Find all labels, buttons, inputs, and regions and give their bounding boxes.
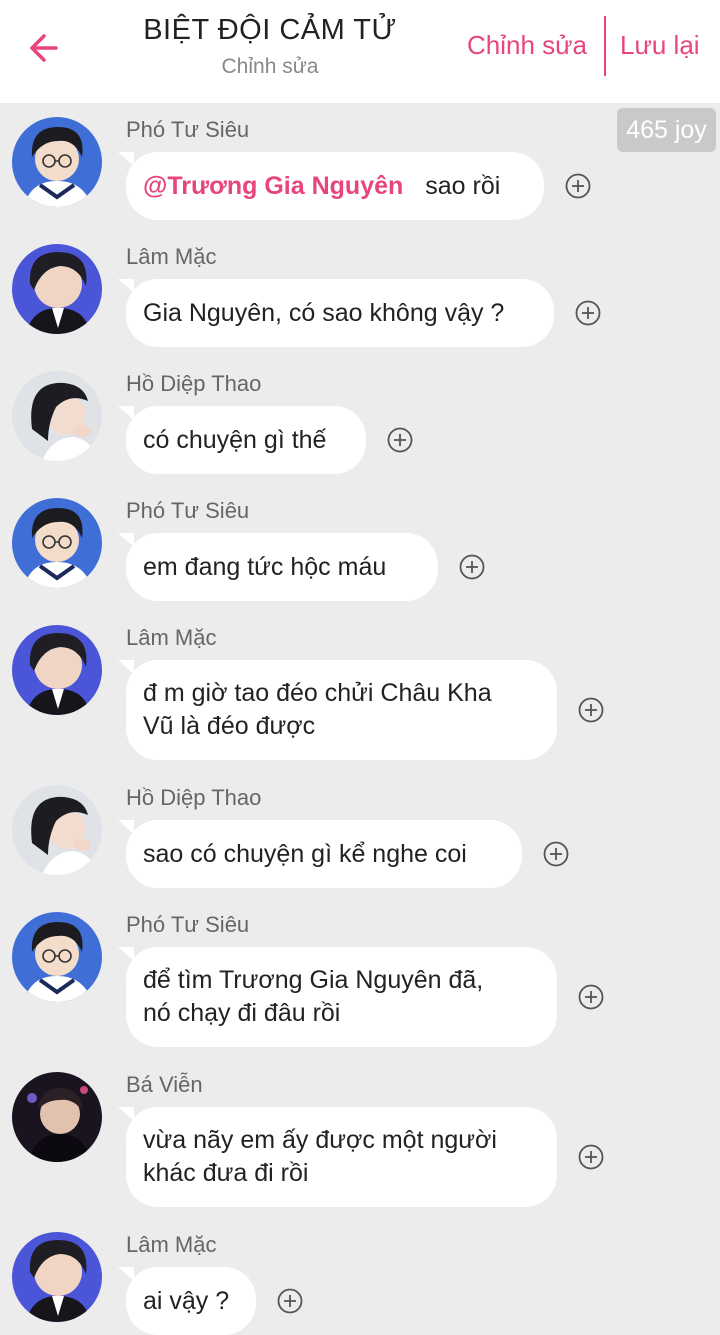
avatar-image-icon [12,912,102,1002]
header-divider [604,16,606,76]
message-item: Lâm Mặc đ m giờ tao đéo chửi Châu Kha Vũ l… [0,625,720,760]
sender-name: Lâm Mặc [126,1232,217,1257]
sender-name: Lâm Mặc [126,625,217,650]
add-reaction-button[interactable] [387,427,413,453]
avatar[interactable] [12,912,102,1002]
avatar-image-icon [12,1232,102,1322]
plus-circle-icon [578,697,604,723]
avatar[interactable] [12,625,102,715]
back-arrow-icon [30,34,58,62]
avatar-image-icon [12,244,102,334]
title-block: BIỆT ĐỘI CẢM TỬ Chỉnh sửa [100,14,440,79]
plus-circle-icon [459,554,485,580]
bubble-tail [118,279,134,293]
add-reaction-button[interactable] [565,173,591,199]
message-bubble[interactable]: có chuyện gì thế [118,406,366,474]
bubble-tail [118,1267,134,1281]
save-button[interactable]: Lưu lại [620,30,700,61]
plus-circle-icon [575,300,601,326]
bubble-tail [118,660,134,674]
message-bubble[interactable]: Gia Nguyên, có sao không vậy ? [118,279,554,347]
plus-circle-icon [277,1288,303,1314]
message-text-line: để tìm Trương Gia Nguyên đã, [143,966,484,994]
sender-name: Phó Tư Siêu [126,117,250,142]
sender-name: Phó Tư Siêu [126,498,250,523]
message-item: Hồ Diệp Thao có chuyện gì thế [0,371,720,474]
message-text: sao rồi [425,171,501,200]
message-bubble[interactable]: sao có chuyện gì kể nghe coi [118,820,522,888]
message-bubble[interactable]: đ m giờ tao đéo chửi Châu Kha Vũ là đéo đ… [118,660,557,760]
avatar-image-icon [12,498,102,588]
message-text-line: khác đưa đi rồi [143,1159,309,1187]
avatar-image-icon [12,785,102,875]
bubble-tail [118,533,134,547]
page-subtitle: Chỉnh sửa [221,55,319,78]
mention-link[interactable]: @Trương Gia Nguyên [143,172,403,200]
plus-circle-icon [565,173,591,199]
chat-header: BIỆT ĐỘI CẢM TỬ Chỉnh sửa Chỉnh sửa Lưu … [0,0,720,103]
message-item: Lâm Mặc ai vậy ? [0,1232,720,1335]
bubble-tail [118,820,134,834]
plus-circle-icon [578,984,604,1010]
add-reaction-button[interactable] [578,984,604,1010]
message-text-line: Vũ là đéo được [143,712,316,740]
sender-name: Hồ Diệp Thao [126,785,262,810]
message-text-line: vừa nãy em ấy được một người [143,1126,497,1154]
avatar-image-icon [12,625,102,715]
add-reaction-button[interactable] [575,300,601,326]
bubble-tail [118,406,134,420]
message-text-line: @Trương Gia Nguyên sao rồi [143,170,522,203]
message-text-line: Gia Nguyên, có sao không vậy ? [143,298,505,327]
plus-circle-icon [578,1144,604,1170]
add-reaction-button[interactable] [578,697,604,723]
avatar[interactable] [12,498,102,588]
avatar[interactable] [12,1232,102,1322]
bubble-tail [118,1107,134,1121]
message-item: Phó Tư Siêu để tìm Trương Gia Nguyên đã, n… [0,912,720,1047]
add-reaction-button[interactable] [277,1288,303,1314]
avatar[interactable] [12,117,102,207]
message-text-line: em đang tức hộc máu [143,552,387,581]
message-bubble[interactable]: @Trương Gia Nguyên sao rồi [118,152,544,220]
add-reaction-button[interactable] [578,1144,604,1170]
avatar[interactable] [12,785,102,875]
avatar[interactable] [12,1072,102,1162]
message-bubble[interactable]: em đang tức hộc máu [118,533,438,601]
bubble-tail [118,947,134,961]
message-text-line: ai vậy ? [143,1286,230,1315]
message-text-line: đ m giờ tao đéo chửi Châu Kha [143,679,492,707]
add-reaction-button[interactable] [543,841,569,867]
avatar-image-icon [12,371,102,461]
message-bubble[interactable]: ai vậy ? [118,1267,256,1335]
plus-circle-icon [387,427,413,453]
plus-circle-icon [543,841,569,867]
sender-name: Phó Tư Siêu [126,912,250,937]
add-reaction-button[interactable] [459,554,485,580]
message-item: Phó Tư Siêu em đang tức hộc máu [0,498,720,601]
page-title: BIỆT ĐỘI CẢM TỬ [143,14,397,46]
avatar-image-icon [12,117,102,207]
avatar[interactable] [12,244,102,334]
message-bubble[interactable]: để tìm Trương Gia Nguyên đã, nó chạy đi đ… [118,947,557,1047]
message-bubble[interactable]: vừa nãy em ấy được một người khác đưa đi … [118,1107,557,1207]
sender-name: Lâm Mặc [126,244,217,269]
avatar[interactable] [12,371,102,461]
message-text-line: có chuyện gì thế [143,425,327,454]
sender-name: Hồ Diệp Thao [126,371,262,396]
bubble-tail [118,152,134,166]
edit-button[interactable]: Chỉnh sửa [467,30,587,61]
message-item: Bá Viễn vừa nãy em ấy được một người khác … [0,1072,720,1207]
message-item: Hồ Diệp Thao sao có chuyện gì kể nghe coi [0,785,720,888]
message-text-line: sao có chuyện gì kể nghe coi [143,839,467,868]
sender-name: Bá Viễn [126,1072,203,1097]
message-item: Phó Tư Siêu @Trương Gia Nguyên sao rồi [0,117,720,220]
message-item: Lâm Mặc Gia Nguyên, có sao không vậy ? [0,244,720,347]
avatar-image-icon [12,1072,102,1162]
back-button[interactable] [22,26,66,70]
message-text-line: nó chạy đi đâu rồi [143,999,341,1027]
